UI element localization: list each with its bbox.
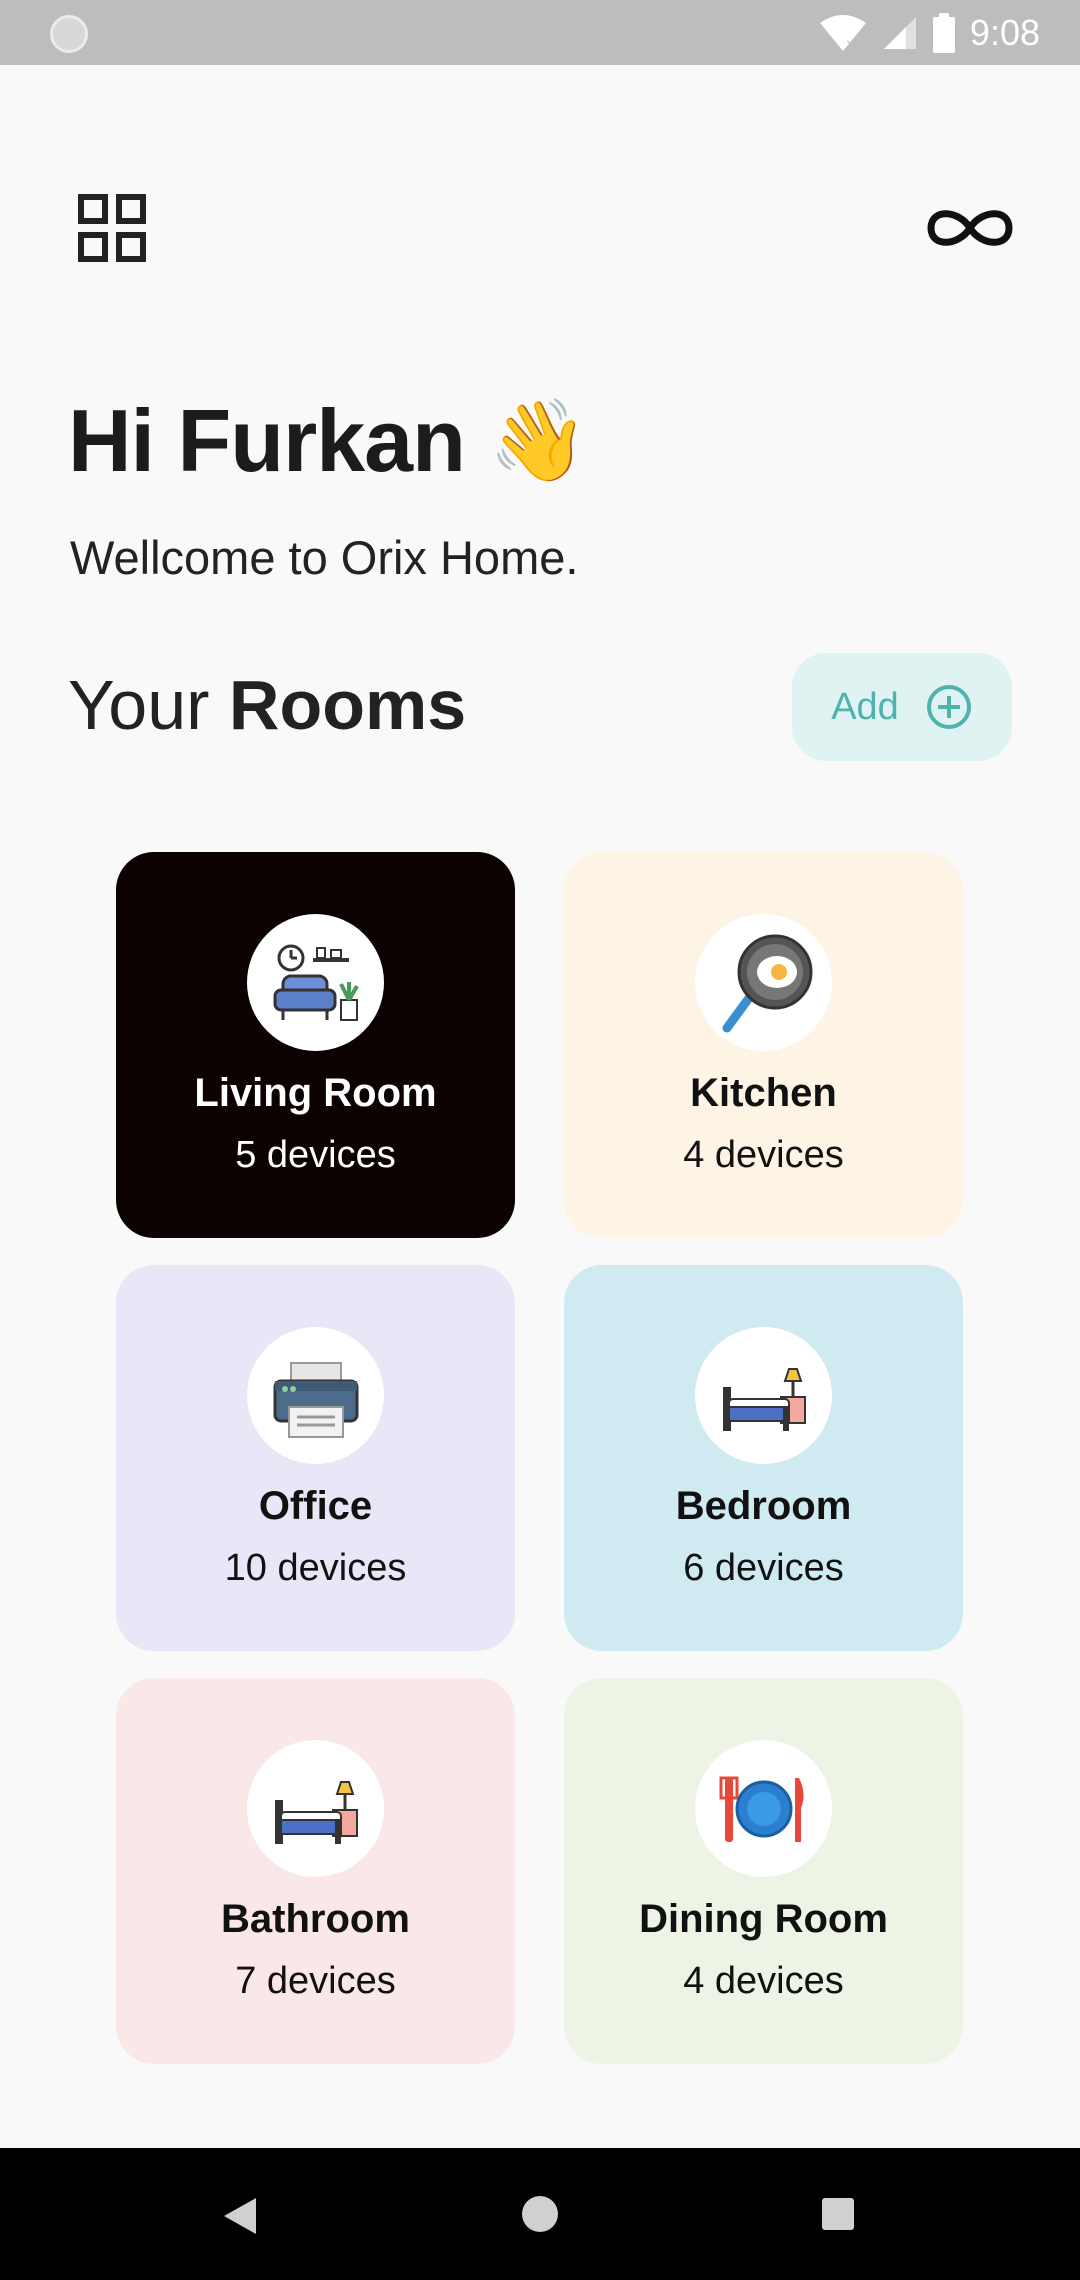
bed-icon bbox=[695, 1327, 832, 1464]
plus-circle-icon bbox=[926, 685, 971, 729]
room-name: Kitchen bbox=[690, 1071, 837, 1115]
bed-icon bbox=[247, 1740, 384, 1877]
plate-cutlery-icon bbox=[695, 1740, 832, 1877]
recents-square-icon[interactable] bbox=[820, 2196, 856, 2237]
room-card-dining-room[interactable]: Dining Room 4 devices bbox=[564, 1678, 963, 2064]
room-card-bathroom[interactable]: Bathroom 7 devices bbox=[116, 1678, 515, 2064]
back-triangle-icon[interactable] bbox=[222, 2196, 258, 2241]
grid-icon[interactable] bbox=[78, 194, 146, 262]
room-name: Living Room bbox=[194, 1071, 437, 1115]
rooms-heading-bold: Rooms bbox=[228, 666, 467, 744]
wifi-icon: × bbox=[819, 14, 866, 53]
room-name: Office bbox=[258, 1484, 373, 1528]
room-card-bedroom[interactable]: Bedroom 6 devices bbox=[564, 1265, 963, 1651]
home-circle-icon[interactable] bbox=[520, 2194, 560, 2239]
welcome-text: Wellcome to Orix Home. bbox=[70, 531, 579, 584]
room-name: Bedroom bbox=[675, 1484, 852, 1528]
rooms-heading: Your Rooms bbox=[68, 665, 466, 745]
rooms-heading-prefix: Your bbox=[68, 666, 210, 744]
room-name: Dining Room bbox=[639, 1897, 888, 1941]
signal-icon bbox=[883, 16, 916, 49]
room-card-living-room[interactable]: Living Room 5 devices bbox=[116, 852, 515, 1238]
waving-hand-emoji: 👋 bbox=[488, 396, 589, 485]
notification-icon bbox=[50, 15, 88, 53]
frying-pan-icon bbox=[695, 914, 832, 1051]
printer-icon bbox=[247, 1327, 384, 1464]
room-card-kitchen[interactable]: Kitchen 4 devices bbox=[564, 852, 963, 1238]
room-card-office[interactable]: Office 10 devices bbox=[116, 1265, 515, 1651]
armchair-icon bbox=[247, 914, 384, 1051]
infinity-icon[interactable] bbox=[925, 200, 1015, 256]
room-device-count: 4 devices bbox=[683, 1960, 844, 2002]
battery-icon bbox=[932, 12, 955, 53]
greeting-heading: Hi Furkan 👋 bbox=[68, 390, 589, 492]
system-nav-bar bbox=[0, 2148, 1080, 2280]
add-button-label: Add bbox=[831, 685, 899, 728]
room-device-count: 10 devices bbox=[224, 1547, 407, 1589]
room-device-count: 7 devices bbox=[235, 1960, 396, 2002]
status-time: 9:08 bbox=[969, 11, 1040, 53]
room-device-count: 4 devices bbox=[683, 1134, 844, 1176]
svg-text:×: × bbox=[845, 37, 857, 53]
status-icons: × 9:08 bbox=[818, 0, 1040, 65]
room-device-count: 6 devices bbox=[683, 1547, 844, 1589]
status-bar: × 9:08 bbox=[0, 0, 1080, 65]
greeting-text: Hi Furkan bbox=[68, 391, 466, 490]
room-device-count: 5 devices bbox=[235, 1134, 396, 1176]
room-name: Bathroom bbox=[221, 1897, 410, 1941]
add-room-button[interactable]: Add bbox=[792, 653, 1012, 761]
